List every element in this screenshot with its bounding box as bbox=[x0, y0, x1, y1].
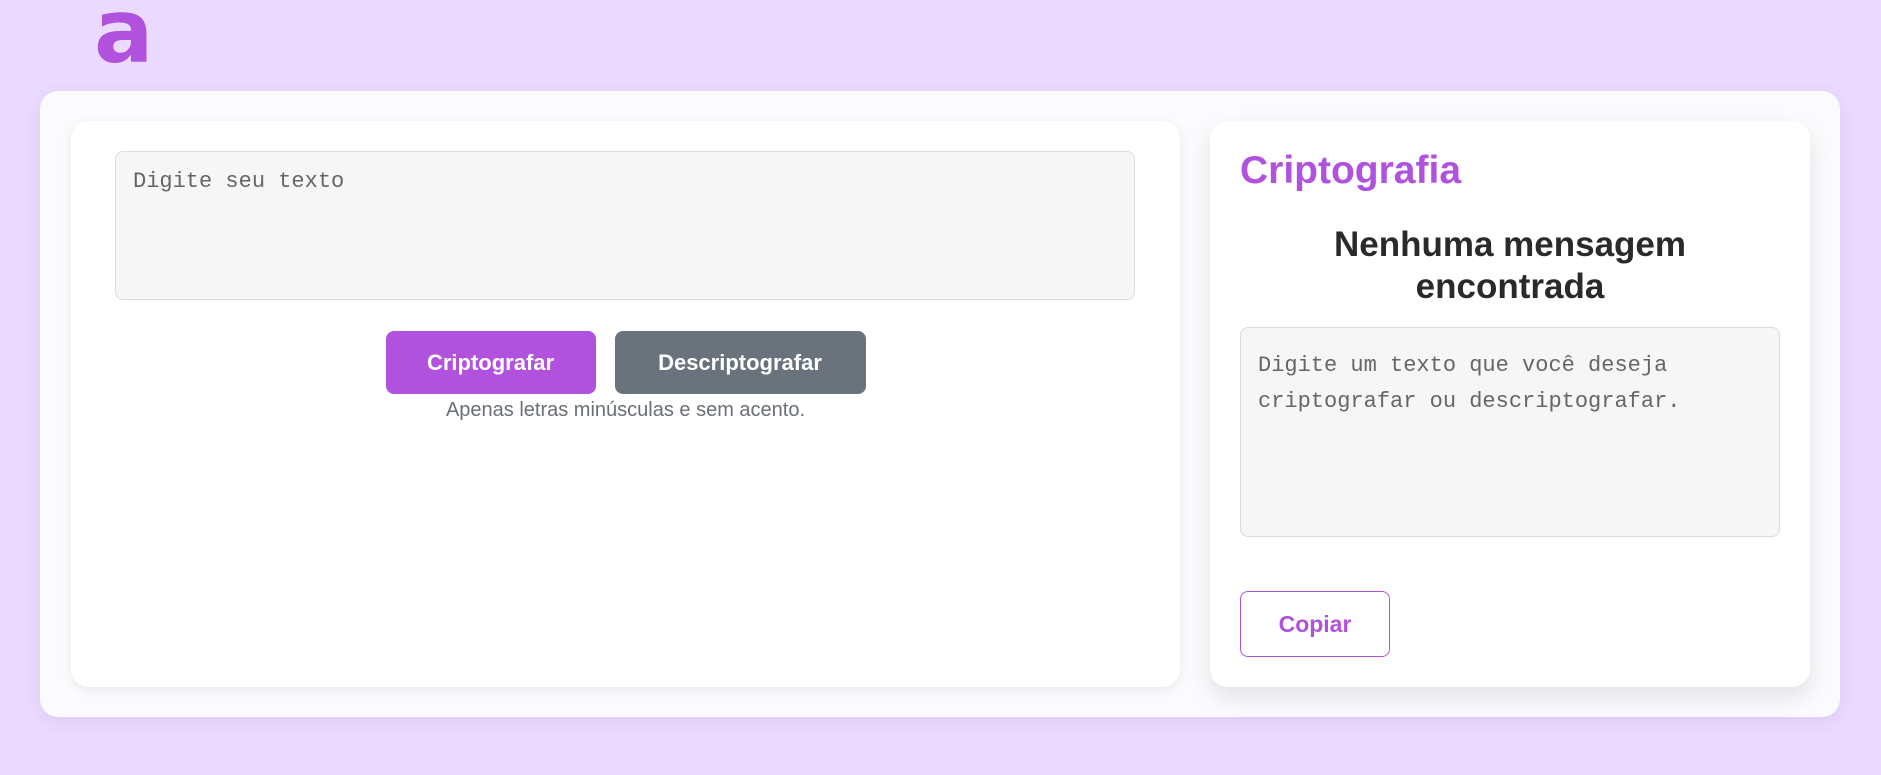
logo: a bbox=[94, 0, 154, 83]
text-input[interactable] bbox=[115, 151, 1135, 300]
output-panel: Criptografia Nenhuma mensagem encontrada… bbox=[1210, 121, 1810, 687]
encrypt-button[interactable]: Criptografar bbox=[385, 331, 596, 394]
input-panel: Criptografar Descriptografar Apenas letr… bbox=[71, 121, 1180, 687]
copy-button[interactable]: Copiar bbox=[1240, 591, 1390, 657]
empty-message-heading: Nenhuma mensagem encontrada bbox=[1333, 225, 1687, 306]
output-text[interactable] bbox=[1240, 327, 1780, 537]
action-buttons: Criptografar Descriptografar bbox=[71, 331, 1180, 394]
decrypt-button[interactable]: Descriptografar bbox=[614, 331, 866, 394]
input-hint: Apenas letras minúsculas e sem acento. bbox=[445, 399, 806, 421]
output-title: Criptografia bbox=[1240, 149, 1462, 192]
